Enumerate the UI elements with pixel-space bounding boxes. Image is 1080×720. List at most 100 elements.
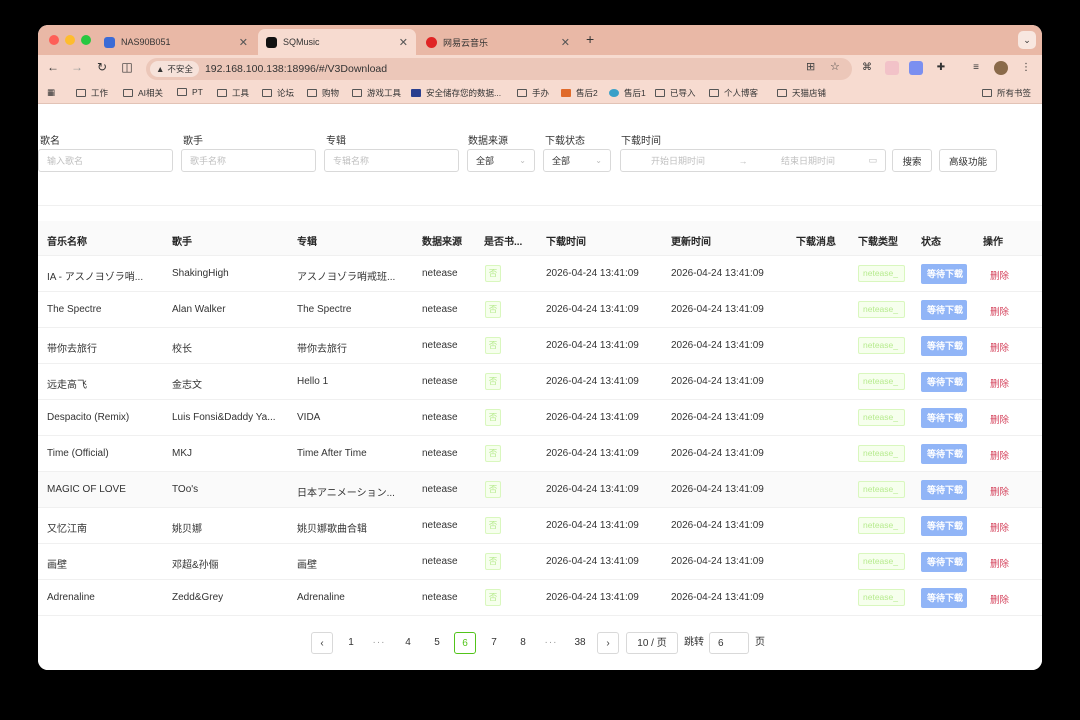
reload-button[interactable]: ↻: [94, 60, 110, 74]
download-type-tag: netease_: [858, 553, 905, 570]
delete-button[interactable]: 删除: [990, 340, 1009, 354]
end-datetime-input[interactable]: 结束日期时间: [781, 154, 835, 167]
status-select[interactable]: 全部 ⌄: [543, 149, 611, 172]
page-content: 歌名 歌手 专辑 数据来源 下载状态 下载时间 输入歌名 歌手名称 专辑名称 全…: [38, 104, 1042, 670]
bookmark-folder[interactable]: PT: [177, 87, 203, 97]
jump-page-input[interactable]: 6: [709, 632, 749, 654]
table-row: IA - アスノヨゾラ哨... ShakingHigh アスノヨゾラ哨戒班...…: [38, 256, 1042, 292]
bookmark-link[interactable]: 售后2: [561, 87, 598, 99]
puzzle-icon[interactable]: ✚: [934, 61, 948, 75]
page-item[interactable]: 4: [397, 632, 419, 654]
song-search-input[interactable]: 输入歌名: [38, 149, 173, 172]
bookmarked-tag: 否: [485, 589, 501, 606]
close-icon[interactable]: ✕: [239, 36, 248, 49]
page-item[interactable]: 5: [426, 632, 448, 654]
column-header[interactable]: 歌手: [172, 233, 192, 248]
column-header[interactable]: 下载时间: [546, 233, 586, 248]
more-menu-icon[interactable]: ⋮: [1019, 61, 1033, 75]
page-size-select[interactable]: 10 / 页: [626, 632, 678, 654]
bookmark-link[interactable]: 售后1: [609, 87, 646, 99]
bookmark-link[interactable]: 安全储存您的数据...: [411, 87, 501, 99]
delete-button[interactable]: 删除: [990, 520, 1009, 534]
delete-button[interactable]: 删除: [990, 376, 1009, 390]
source-select[interactable]: 全部 ⌄: [467, 149, 535, 172]
bookmark-folder[interactable]: 已导入: [655, 87, 696, 99]
forward-button[interactable]: →: [69, 60, 85, 74]
page-ellipsis[interactable]: ···: [368, 632, 390, 654]
bookmark-folder[interactable]: 论坛: [262, 87, 294, 99]
maximize-window-button[interactable]: [81, 35, 91, 45]
column-header[interactable]: 下载类型: [858, 233, 898, 248]
page-item[interactable]: 38: [569, 632, 591, 654]
bookmark-folder[interactable]: 工作: [76, 87, 108, 99]
column-header[interactable]: 数据来源: [422, 233, 462, 248]
page-item-current[interactable]: 6: [454, 632, 476, 654]
prev-page-button[interactable]: ‹: [311, 632, 333, 654]
delete-button[interactable]: 删除: [990, 592, 1009, 606]
bookmark-label: AI相关: [138, 88, 164, 98]
column-header[interactable]: 状态: [921, 233, 941, 248]
column-header[interactable]: 下载消息: [796, 233, 836, 248]
album-cell: Hello 1: [297, 376, 329, 387]
column-header[interactable]: 专辑: [297, 233, 317, 248]
bookmark-star-icon[interactable]: ☆: [830, 60, 840, 73]
insecure-badge[interactable]: ▲ 不安全: [150, 61, 199, 77]
download-type-tag: netease_: [858, 301, 905, 318]
page-item[interactable]: 1: [340, 632, 362, 654]
album-cell: 带你去旅行: [297, 344, 347, 355]
page-item[interactable]: 7: [483, 632, 505, 654]
column-header[interactable]: 音乐名称: [47, 233, 87, 248]
translate-icon[interactable]: ⊞: [806, 60, 815, 73]
bookmark-folder[interactable]: 工具: [217, 87, 249, 99]
song-name-cell: Time (Official): [47, 448, 109, 459]
start-datetime-input[interactable]: 开始日期时间: [651, 154, 705, 167]
minimize-window-button[interactable]: [65, 35, 75, 45]
bookmark-folder[interactable]: 购物: [307, 87, 339, 99]
column-header[interactable]: 操作: [983, 233, 1003, 248]
delete-button[interactable]: 删除: [990, 304, 1009, 318]
bookmark-folder[interactable]: 游戏工具: [352, 87, 401, 99]
tab-sqmusic[interactable]: SQMusic ✕: [258, 29, 416, 55]
close-icon[interactable]: ✕: [561, 36, 570, 49]
table-row: 带你去旅行 校长 带你去旅行 netease 否 2026-04-24 13:4…: [38, 328, 1042, 364]
new-tab-button[interactable]: +: [586, 31, 594, 47]
tab-nas[interactable]: NAS90B051 ✕: [96, 29, 256, 55]
advanced-features-button[interactable]: 高级功能: [939, 149, 997, 172]
reading-list-icon[interactable]: ≡: [969, 61, 983, 75]
sidebar-toggle-icon[interactable]: ◫: [119, 60, 135, 74]
album-search-input[interactable]: 专辑名称: [324, 149, 459, 172]
page-item[interactable]: 8: [512, 632, 534, 654]
page-ellipsis[interactable]: ···: [540, 632, 562, 654]
address-bar[interactable]: ▲ 不安全 192.168.100.138:18996/#/V3Download…: [146, 58, 852, 80]
bookmark-folder[interactable]: 手办: [517, 87, 549, 99]
tab-netease[interactable]: 网易云音乐 ✕: [418, 29, 578, 55]
url-text[interactable]: 192.168.100.138:18996/#/V3Download: [205, 63, 387, 75]
delete-button[interactable]: 删除: [990, 412, 1009, 426]
close-icon[interactable]: ✕: [399, 36, 408, 49]
search-button[interactable]: 搜索: [892, 149, 932, 172]
update-time-cell: 2026-04-24 13:41:09: [671, 304, 764, 315]
avatar[interactable]: [994, 61, 1008, 75]
column-header[interactable]: 是否书...: [484, 233, 522, 248]
delete-button[interactable]: 删除: [990, 484, 1009, 498]
delete-button[interactable]: 删除: [990, 268, 1009, 282]
all-bookmarks-folder[interactable]: 所有书签: [982, 87, 1031, 99]
delete-button[interactable]: 删除: [990, 448, 1009, 462]
download-time-range-picker[interactable]: 开始日期时间 → 结束日期时间 ▭: [620, 149, 886, 172]
bookmark-folder[interactable]: 天猫店铺: [777, 87, 826, 99]
column-header[interactable]: 更新时间: [671, 233, 711, 248]
calendar-icon[interactable]: ▭: [868, 155, 877, 166]
tab-search-button[interactable]: ⌄: [1018, 31, 1036, 49]
apps-grid-icon[interactable]: ▦: [47, 87, 55, 98]
extension-icon[interactable]: [885, 61, 899, 75]
next-page-button[interactable]: ›: [597, 632, 619, 654]
close-window-button[interactable]: [49, 35, 59, 45]
extension-icon[interactable]: ⌘: [860, 61, 874, 75]
delete-button[interactable]: 删除: [990, 556, 1009, 570]
extension-icon[interactable]: [909, 61, 923, 75]
time-filter-label: 下载时间: [621, 136, 661, 147]
artist-search-input[interactable]: 歌手名称: [181, 149, 316, 172]
bookmark-folder[interactable]: AI相关: [123, 87, 163, 99]
bookmark-folder[interactable]: 个人博客: [709, 87, 758, 99]
back-button[interactable]: ←: [45, 60, 61, 74]
